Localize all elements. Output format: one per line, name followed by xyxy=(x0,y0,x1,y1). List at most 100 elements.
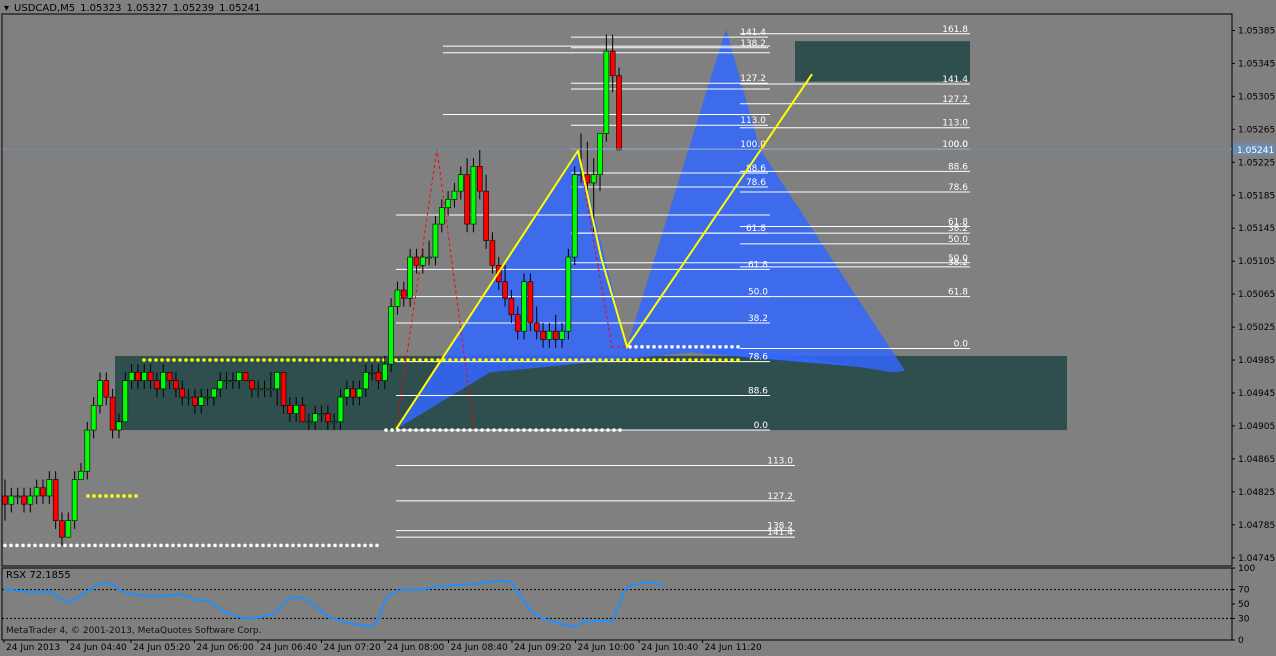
dotted-level-yellow xyxy=(472,358,476,362)
candle-body xyxy=(293,405,299,414)
dotted-level-white xyxy=(600,428,604,432)
x-axis-label: 24 Jun 05:20 xyxy=(133,643,190,653)
dotted-level-yellow xyxy=(134,494,138,498)
dotted-level-yellow xyxy=(238,358,242,362)
dotted-level-yellow xyxy=(724,358,728,362)
dotted-level-yellow xyxy=(364,358,368,362)
dotted-level-yellow xyxy=(682,358,686,362)
dotted-level-white xyxy=(444,428,448,432)
dotted-level-white xyxy=(111,543,115,548)
dotted-level-white xyxy=(664,345,668,349)
fib-level-label: 141.4 xyxy=(767,528,793,538)
indicator-axis-label: 100 xyxy=(1238,564,1255,574)
dotted-level-white xyxy=(534,428,538,432)
y-axis-label: 1.04985 xyxy=(1238,356,1275,366)
dotted-level-white xyxy=(375,543,379,548)
dotted-level-yellow xyxy=(544,358,548,362)
dotted-level-yellow xyxy=(712,358,716,362)
fib-level-label: 78.6 xyxy=(948,183,968,193)
indicator-axis-label: 30 xyxy=(1238,614,1250,624)
dotted-level-white xyxy=(189,543,193,548)
dotted-level-white xyxy=(450,428,454,432)
candle-body xyxy=(419,256,426,266)
close-price: 1.05241 xyxy=(219,3,261,14)
x-axis-label: 24 Jun 09:20 xyxy=(514,643,571,653)
dotted-level-white xyxy=(15,543,19,548)
dotted-level-white xyxy=(438,428,442,432)
fib-level-label: 61.8 xyxy=(948,288,968,298)
y-axis-label: 1.04905 xyxy=(1238,422,1275,432)
candle-body xyxy=(33,487,40,497)
dotted-level-yellow xyxy=(274,358,278,362)
dotted-level-yellow xyxy=(412,358,416,362)
candle-body xyxy=(230,380,236,382)
candle-body xyxy=(331,421,337,424)
dotted-level-white xyxy=(612,428,616,432)
candle-body xyxy=(540,330,546,340)
dotted-level-yellow xyxy=(520,358,524,362)
candle-body xyxy=(8,495,15,505)
candle-body xyxy=(116,421,122,431)
dotted-level-white xyxy=(171,543,175,548)
dotted-level-yellow xyxy=(122,494,126,498)
dotted-level-white xyxy=(285,543,289,548)
candle-body xyxy=(363,372,369,390)
dotted-level-white xyxy=(9,543,13,548)
dotted-level-yellow xyxy=(98,494,102,498)
candle-body xyxy=(141,372,148,381)
candle-body xyxy=(400,289,407,299)
candle-body xyxy=(603,50,610,134)
x-axis-label: 24 Jun 04:40 xyxy=(70,643,127,653)
dotted-level-yellow xyxy=(104,494,108,498)
candle-body xyxy=(609,50,616,77)
y-axis-label: 1.04945 xyxy=(1238,389,1275,399)
y-axis-label: 1.05225 xyxy=(1238,158,1275,168)
dotted-level-yellow xyxy=(86,494,90,498)
dotted-level-white xyxy=(303,543,307,548)
dotted-level-yellow xyxy=(116,494,120,498)
candle-body xyxy=(445,199,451,208)
dotted-level-yellow xyxy=(232,358,236,362)
chart-header: ▾ USDCAD,M5 1.05323 1.05327 1.05239 1.05241 xyxy=(4,3,266,14)
chart-window[interactable]: 0.0 88.6 78.6 38.2 50.0 61.8 61.8 78.6 88.6 100.0… xyxy=(0,0,1276,656)
candle-body xyxy=(135,372,141,381)
dotted-level-white xyxy=(706,345,710,349)
dotted-level-yellow xyxy=(736,358,740,362)
dotted-level-white xyxy=(462,428,466,432)
dotted-level-yellow xyxy=(346,358,350,362)
candle-body xyxy=(616,75,622,151)
chart-canvas[interactable]: 0.088.678.638.250.061.861.878.688.6100.0… xyxy=(0,0,1276,656)
dropdown-triangle-icon[interactable]: ▾ xyxy=(4,3,9,14)
candle-body xyxy=(438,207,445,225)
indicator-axis-label: 70 xyxy=(1238,586,1250,596)
candle-body xyxy=(280,372,287,406)
dotted-level-white xyxy=(3,543,7,548)
dotted-level-yellow xyxy=(490,358,494,362)
candle-body xyxy=(52,479,59,521)
dotted-level-white xyxy=(736,345,740,349)
dotted-level-yellow xyxy=(310,358,314,362)
dotted-level-white xyxy=(195,543,199,548)
dotted-level-white xyxy=(129,543,133,548)
dotted-level-white xyxy=(576,428,580,432)
dotted-level-yellow xyxy=(514,358,518,362)
dotted-level-yellow xyxy=(250,358,254,362)
candle-body xyxy=(185,396,192,399)
dotted-level-white xyxy=(640,345,644,349)
dotted-level-yellow xyxy=(616,358,620,362)
dotted-level-white xyxy=(267,543,271,548)
dotted-level-white xyxy=(225,543,229,548)
candle-body xyxy=(464,174,470,225)
dotted-level-white xyxy=(105,543,109,548)
fib-level-label: 113.0 xyxy=(942,119,968,129)
dotted-level-yellow xyxy=(110,494,114,498)
dotted-level-yellow xyxy=(604,358,608,362)
dotted-level-white xyxy=(724,345,728,349)
fib-level-label: 113.0 xyxy=(740,116,766,126)
dotted-level-white xyxy=(546,428,550,432)
candle-body xyxy=(432,223,439,258)
fib-level-label: 0.0 xyxy=(754,421,769,431)
dotted-level-yellow xyxy=(706,358,710,362)
x-axis-label: 24 Jun 2013 xyxy=(6,643,60,653)
dotted-level-yellow xyxy=(400,358,404,362)
